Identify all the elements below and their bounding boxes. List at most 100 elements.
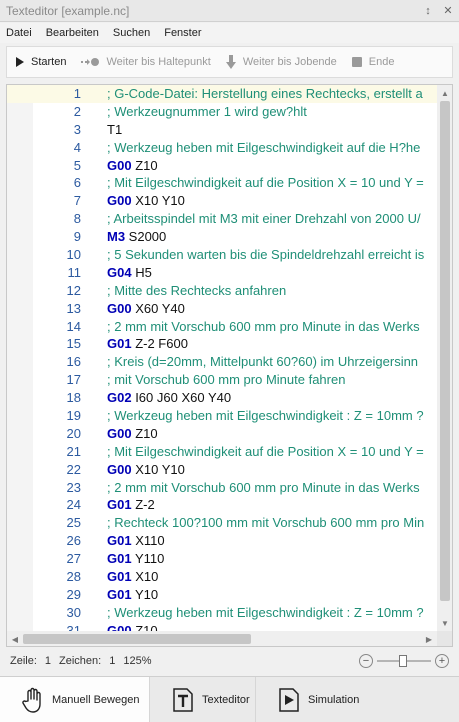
vertical-scroll-thumb[interactable] [440,101,450,601]
to-breakpoint-button[interactable]: Weiter bis Haltepunkt [80,56,211,68]
code-comment: ; Rechteck 100?100 mm mit Vorschub 600 m… [107,515,425,531]
horizontal-scroll-thumb[interactable] [23,634,251,644]
code-line[interactable]: 16 ; Kreis (d=20mm, Mittelpunkt 60?60) im… [7,353,437,371]
code-line[interactable]: 12 ; Mitte des Rechtecks anfahren [7,282,437,300]
code-text: T1 [107,121,123,137]
code-text: G01 Z-2 [107,496,155,514]
gcode-params: S2000 [125,229,167,245]
line-number: 14 [66,318,81,334]
to-job-end-button[interactable]: Weiter bis Jobende [225,54,337,70]
code-line[interactable]: 14 ; 2 mm mit Vorschub 600 mm pro Minute … [7,318,437,336]
menu-datei[interactable]: Datei [6,27,32,39]
code-line[interactable]: 24 G01 Z-2 [7,496,437,514]
gcode-params: Z10 [131,622,158,631]
scroll-down-icon[interactable]: ▼ [437,616,452,630]
code-line[interactable]: 6 ; Mit Eilgeschwindigkeit auf die Positi… [7,174,437,192]
code-line[interactable]: 26 G01 X110 [7,532,437,550]
menu-suchen[interactable]: Suchen [113,27,150,39]
code-line[interactable]: 27 G01 Y110 [7,550,437,568]
line-number: 1 [73,86,81,101]
tab-simulation[interactable]: Simulation [256,677,459,722]
gcode-params: X110 [131,533,165,549]
code-line[interactable]: 1 ; G-Code-Datei: Herstellung eines Recht… [7,85,437,103]
gcode-params: Z10 [131,157,158,173]
tab-texteditor[interactable]: Texteditor [150,677,256,722]
code-line[interactable]: 5 G00 Z10 [7,157,437,175]
gcode-keyword: G01 [107,336,132,352]
pin-icon[interactable]: ↕ [419,2,437,20]
zoom-out-icon[interactable]: − [359,654,373,668]
code-line[interactable]: 13 G00 X60 Y40 [7,300,437,318]
scroll-left-icon[interactable]: ◀ [8,631,22,646]
gcode-keyword: G00 [107,157,132,173]
play-file-icon [278,687,300,713]
zoom-level: 125% [123,655,152,667]
gcode-params: Z-2 F600 [131,336,188,352]
code-line[interactable]: 4 ; Werkzeug heben mit Eilgeschwindigkeit… [7,139,437,157]
line-number: 19 [66,408,81,424]
scrollbar-corner [437,631,452,646]
code-line[interactable]: 7 G00 X10 Y10 [7,192,437,210]
code-line[interactable]: 20 G00 Z10 [7,425,437,443]
zoom-in-icon[interactable]: + [435,654,449,668]
gcode-keyword: G00 [107,622,132,631]
zoom-slider[interactable] [377,654,431,668]
code-line[interactable]: 22 G00 X10 Y10 [7,461,437,479]
code-line[interactable]: 8 ; Arbeitsspindel mit M3 mit einer Drehz… [7,210,437,228]
line-label: Zeile: [10,655,37,667]
code-line[interactable]: 31 G00 Z10 [7,622,437,631]
tab-manuell-bewegen[interactable]: Manuell Bewegen [0,677,150,722]
gcode-keyword: G02 [107,390,132,406]
tab-texteditor-label: Texteditor [202,694,250,706]
start-button[interactable]: Starten [15,56,66,68]
code-line[interactable]: 17 ; mit Vorschub 600 mm pro Minute fahre… [7,371,437,389]
code-line[interactable]: 29 G01 Y10 [7,586,437,604]
scroll-up-icon[interactable]: ▲ [437,86,452,100]
line-number: 5 [73,157,81,173]
code-line[interactable]: 9 M3 S2000 [7,228,437,246]
code-text: G00 X60 Y40 [107,300,185,318]
code-line[interactable]: 3 T1 [7,121,437,139]
line-number: 27 [66,551,81,567]
line-number: 2 [73,103,81,119]
menu-bearbeiten[interactable]: Bearbeiten [46,27,99,39]
stop-icon [351,56,363,68]
code-line[interactable]: 30 ; Werkzeug heben mit Eilgeschwindigkei… [7,604,437,622]
code-lines[interactable]: 1 ; G-Code-Datei: Herstellung eines Recht… [7,85,437,631]
code-line[interactable]: 19 ; Werkzeug heben mit Eilgeschwindigkei… [7,407,437,425]
close-icon[interactable]: ✕ [439,2,457,20]
zoom-slider-knob[interactable] [399,655,407,667]
gcode-keyword: G01 [107,497,132,513]
gcode-keyword: G01 [107,551,132,567]
to-breakpoint-label: Weiter bis Haltepunkt [106,56,211,68]
code-line[interactable]: 15 G01 Z-2 F600 [7,335,437,353]
code-line[interactable]: 11 G04 H5 [7,264,437,282]
to-job-end-label: Weiter bis Jobende [242,56,337,68]
gcode-params: X10 Y10 [131,461,185,477]
bottom-tabs: Manuell Bewegen Texteditor Simulation [0,676,459,722]
code-text: G00 X10 Y10 [107,461,185,479]
end-button[interactable]: Ende [351,56,395,68]
gcode-params: X10 Y10 [131,193,185,209]
code-line[interactable]: 23 ; 2 mm mit Vorschub 600 mm pro Minute … [7,479,437,497]
code-line[interactable]: 2 ; Werkzeugnummer 1 wird gew?hlt [7,103,437,121]
code-editor[interactable]: 1 ; G-Code-Datei: Herstellung eines Recht… [6,84,453,647]
code-line[interactable]: 28 G01 X10 [7,568,437,586]
toolbar: Starten Weiter bis Haltepunkt Weiter bis… [6,46,453,78]
code-line[interactable]: 25 ; Rechteck 100?100 mm mit Vorschub 600… [7,514,437,532]
down-arrow-icon [225,54,237,70]
code-line[interactable]: 10 ; 5 Sekunden warten bis die Spindeldre… [7,246,437,264]
gcode-keyword: G00 [107,193,132,209]
menu-fenster[interactable]: Fenster [164,27,201,39]
horizontal-scrollbar[interactable]: ◀ ▶ [7,631,437,646]
code-comment: ; 2 mm mit Vorschub 600 mm pro Minute in… [107,318,420,334]
line-number: 3 [73,121,81,137]
line-number: 26 [66,533,81,549]
line-number: 9 [73,229,81,245]
vertical-scrollbar[interactable]: ▲ ▼ [437,85,452,631]
code-line[interactable]: 18 G02 I60 J60 X60 Y40 [7,389,437,407]
scroll-right-icon[interactable]: ▶ [422,631,436,646]
code-text: G01 Y110 [107,550,164,568]
code-line[interactable]: 21 ; Mit Eilgeschwindigkeit auf die Posit… [7,443,437,461]
code-text: M3 S2000 [107,228,166,246]
